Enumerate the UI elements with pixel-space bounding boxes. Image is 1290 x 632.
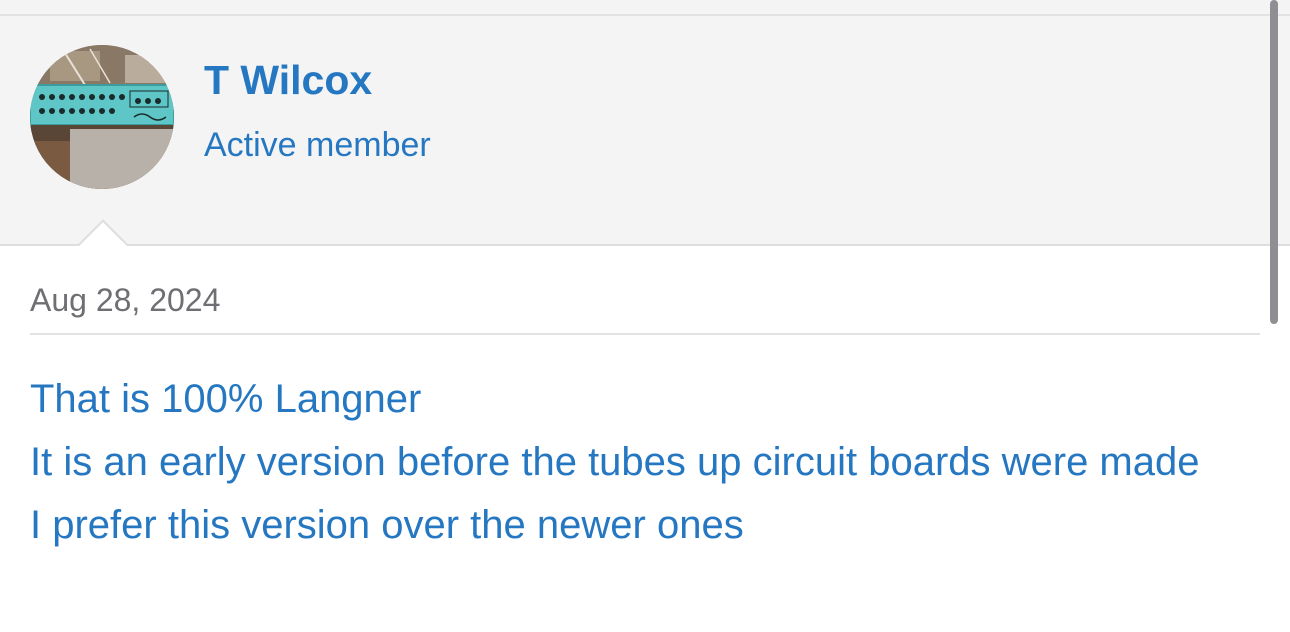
message-line: It is an early version before the tubes … (30, 440, 1200, 484)
username-link[interactable]: T Wilcox (204, 56, 372, 104)
amp-photo-icon (30, 45, 174, 189)
vertical-scrollbar[interactable] (1270, 0, 1278, 324)
post-message: That is 100% Langner It is an early vers… (30, 368, 1255, 557)
user-avatar[interactable] (30, 45, 174, 189)
message-line: I prefer this version over the newer one… (30, 503, 744, 547)
previous-post-edge (0, 0, 1290, 16)
post-user-header (0, 16, 1290, 246)
post-container: T Wilcox Active member Aug 28, 2024 That… (0, 0, 1290, 632)
post-date[interactable]: Aug 28, 2024 (30, 280, 220, 320)
divider (30, 333, 1260, 335)
message-line: That is 100% Langner (30, 377, 422, 421)
user-title[interactable]: Active member (204, 124, 431, 166)
header-pointer (74, 218, 130, 246)
